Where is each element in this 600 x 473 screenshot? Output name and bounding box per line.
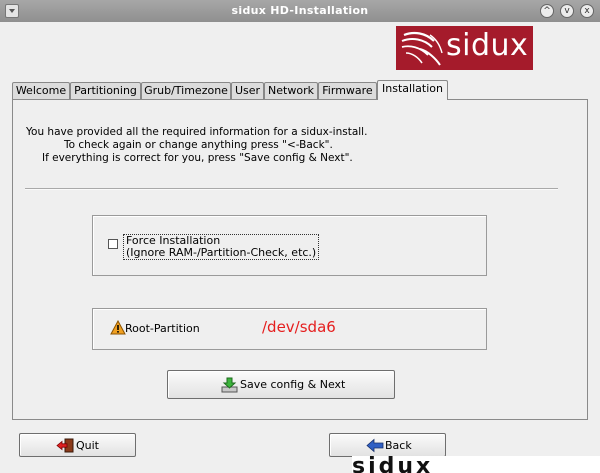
background-text: sidux bbox=[352, 456, 434, 473]
tab-network[interactable]: Network bbox=[264, 82, 318, 99]
quit-button[interactable]: Quit bbox=[19, 433, 136, 457]
exit-door-icon bbox=[56, 438, 74, 453]
root-partition-value: /dev/sda6 bbox=[262, 318, 336, 336]
tab-welcome[interactable]: Welcome bbox=[12, 82, 70, 99]
minimize-button[interactable]: ^ bbox=[540, 4, 554, 18]
logo-text: sidux bbox=[446, 28, 529, 63]
tab-partitioning[interactable]: Partitioning bbox=[70, 82, 141, 99]
force-label-line-2: (Ignore RAM-/Partition-Check, etc.) bbox=[126, 246, 317, 259]
tab-grub-timezone[interactable]: Grub/Timezone bbox=[141, 82, 231, 99]
save-config-next-label: Save config & Next bbox=[240, 378, 346, 391]
info-line-2: To check again or change anything press … bbox=[64, 139, 333, 151]
force-installation-label[interactable]: Force Installation (Ignore RAM-/Partitio… bbox=[123, 234, 320, 260]
tab-firmware[interactable]: Firmware bbox=[318, 82, 377, 99]
tab-installation[interactable]: Installation bbox=[377, 80, 448, 100]
force-installation-checkbox[interactable] bbox=[108, 239, 118, 249]
back-button[interactable]: Back bbox=[329, 433, 446, 457]
arrow-left-icon bbox=[366, 438, 384, 453]
desktop-background: sidux bbox=[352, 456, 600, 473]
info-text: You have provided all the required infor… bbox=[14, 126, 367, 165]
sidux-logo: sidux bbox=[396, 26, 533, 70]
title-bar[interactable]: sidux HD-Installation ^ v x bbox=[0, 0, 600, 22]
root-partition-label: Root-Partition bbox=[125, 322, 200, 335]
save-config-next-button[interactable]: Save config & Next bbox=[167, 370, 395, 399]
installer-window: sidux HD-Installation ^ v x sidux Welcom… bbox=[0, 0, 600, 473]
logo-swirl-icon bbox=[401, 31, 443, 66]
maximize-button[interactable]: v bbox=[560, 4, 574, 18]
close-button[interactable]: x bbox=[580, 4, 594, 18]
quit-label: Quit bbox=[76, 439, 99, 452]
separator bbox=[25, 188, 558, 190]
info-line-3: If everything is correct for you, press … bbox=[42, 152, 353, 164]
tab-user[interactable]: User bbox=[231, 82, 264, 99]
warning-icon bbox=[110, 320, 126, 335]
back-label: Back bbox=[385, 439, 412, 452]
window-title: sidux HD-Installation bbox=[231, 4, 369, 17]
info-line-1: You have provided all the required infor… bbox=[26, 126, 368, 138]
save-download-icon bbox=[221, 377, 238, 393]
